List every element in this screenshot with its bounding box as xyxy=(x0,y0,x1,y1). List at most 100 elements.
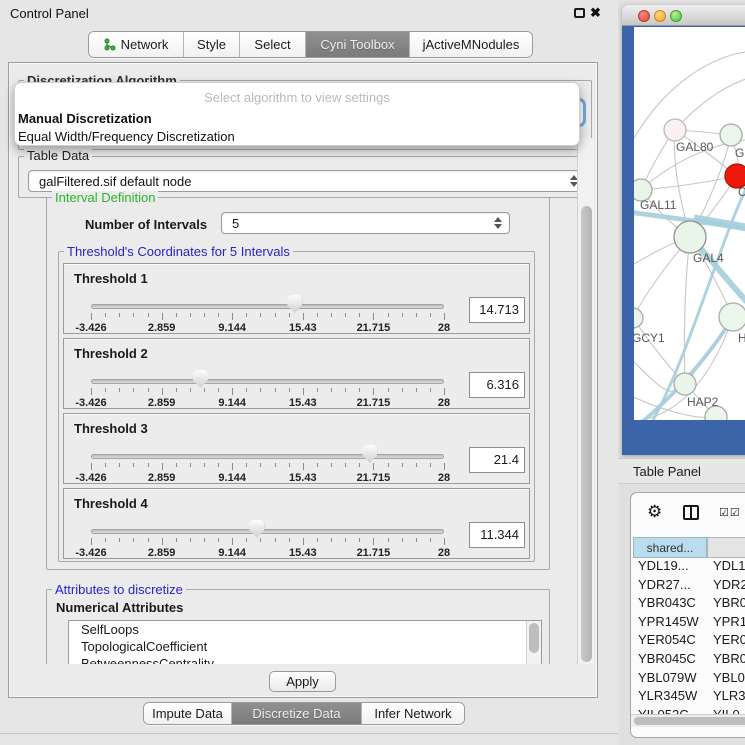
combo-arrows-icon xyxy=(491,217,505,229)
network-node[interactable] xyxy=(664,119,686,141)
tab-cyni-toolbox[interactable]: Cyni Toolbox xyxy=(306,32,410,57)
slider-thumb[interactable] xyxy=(287,295,302,313)
slider-thumb[interactable] xyxy=(362,445,377,463)
slider-tick xyxy=(176,538,177,542)
tab-jactivemnodules[interactable]: jActiveMNodules xyxy=(410,32,532,57)
table-row[interactable]: YBR043CYBR0 xyxy=(633,595,745,614)
tab-style[interactable]: Style xyxy=(184,32,240,57)
slider-tick xyxy=(119,538,120,542)
mac-close-icon[interactable] xyxy=(638,10,650,22)
threshold-value-field[interactable]: 6.316 xyxy=(469,372,525,398)
slider-tick xyxy=(359,313,360,317)
slider-tick-label: -3.426 xyxy=(75,547,106,559)
slider-track[interactable] xyxy=(91,379,444,384)
numerical-attributes-list[interactable]: SelfLoopsTopologicalCoefficientBetweenne… xyxy=(68,620,542,664)
mac-zoom-icon[interactable] xyxy=(670,10,682,22)
table-row[interactable]: YDR27...YDR2 xyxy=(633,577,745,596)
tab-impute-data[interactable]: Impute Data xyxy=(144,703,232,724)
slider-tick xyxy=(204,463,205,467)
threshold-value-field[interactable]: 14.713 xyxy=(469,297,525,323)
interval-definition-label: Interval Definition xyxy=(52,191,158,204)
network-node[interactable] xyxy=(634,308,643,328)
table-row[interactable]: YBL079WYBL0 xyxy=(633,670,745,689)
table-row[interactable]: YLR345WYLR3 xyxy=(633,688,745,707)
slider-tick-label: 21.715 xyxy=(357,322,391,334)
slider-tick xyxy=(246,463,247,467)
slider-tick-label: 28 xyxy=(438,547,450,559)
num-intervals-combobox[interactable]: 5 xyxy=(221,212,510,234)
tab-label: Cyni Toolbox xyxy=(320,37,394,52)
dropdown-option[interactable]: Manual Discretization xyxy=(15,109,579,127)
slider-tick xyxy=(260,388,261,392)
columns-icon[interactable] xyxy=(683,505,699,520)
slider-tick xyxy=(317,313,318,317)
slider-tick xyxy=(402,463,403,467)
network-view-window[interactable]: GAL80GCGAL11GAL4GCY1HHAP2 xyxy=(622,5,745,455)
slider-tick xyxy=(416,463,417,467)
slider-tick xyxy=(246,538,247,542)
slider-tick xyxy=(162,538,163,545)
mac-minimize-icon[interactable] xyxy=(654,10,666,22)
tab-label: jActiveMNodules xyxy=(423,37,520,52)
slider-tick xyxy=(232,538,233,545)
slider-track[interactable] xyxy=(91,304,444,309)
slider-tick xyxy=(260,538,261,542)
tab-select[interactable]: Select xyxy=(240,32,306,57)
threshold-value-field[interactable]: 21.4 xyxy=(469,447,525,473)
table-row[interactable]: YBR045CYBR0 xyxy=(633,651,745,670)
slider-tick xyxy=(303,313,304,320)
select-columns-icon[interactable]: ☑☑ xyxy=(719,506,741,519)
slider-tick xyxy=(275,538,276,542)
slider-thumb[interactable] xyxy=(193,370,208,388)
slider-tick xyxy=(331,313,332,317)
list-scrollbar[interactable] xyxy=(526,621,541,664)
tab-network[interactable]: Network xyxy=(89,32,184,57)
slider-track[interactable] xyxy=(91,454,444,459)
slider-tick xyxy=(190,313,191,317)
table-hscrollbar[interactable] xyxy=(631,714,745,727)
slider-tick xyxy=(105,538,106,542)
slider-tick xyxy=(388,313,389,317)
network-canvas[interactable]: GAL80GCGAL11GAL4GCY1HHAP2 xyxy=(634,27,745,420)
tab-label: Network xyxy=(121,37,169,52)
network-window-titlebar[interactable] xyxy=(622,5,745,26)
slider-tick xyxy=(275,463,276,467)
table-cell: YDL1 xyxy=(707,558,745,577)
network-node[interactable] xyxy=(674,221,706,253)
network-node[interactable] xyxy=(674,373,696,395)
attribute-list-item[interactable]: BetweennessCentrality xyxy=(69,655,541,664)
slider-thumb[interactable] xyxy=(249,520,264,538)
settings-scrollbar-thumb[interactable] xyxy=(581,206,592,662)
dropdown-option[interactable]: Equal Width/Frequency Discretization xyxy=(15,127,579,145)
table-column-header[interactable]: shared... xyxy=(633,537,707,558)
table-cell: YPR1 xyxy=(707,614,745,633)
gear-icon[interactable]: ⚙ xyxy=(647,502,662,522)
apply-button[interactable]: Apply xyxy=(269,671,336,692)
table-cell: YLR345W xyxy=(633,688,707,707)
attribute-list-item[interactable]: TopologicalCoefficient xyxy=(69,638,541,655)
slider-tick-label: -3.426 xyxy=(75,322,106,334)
slider-tick xyxy=(289,463,290,467)
slider-tick-label: 15.43 xyxy=(289,322,317,334)
float-window-icon[interactable] xyxy=(574,8,585,18)
threshold-value-field[interactable]: 11.344 xyxy=(469,522,525,548)
table-row[interactable]: YPR145WYPR1 xyxy=(633,614,745,633)
network-node[interactable] xyxy=(720,124,742,146)
list-scrollbar-thumb[interactable] xyxy=(529,623,539,653)
table-row[interactable]: YER054CYER0 xyxy=(633,632,745,651)
network-node[interactable] xyxy=(719,303,745,331)
tab-infer-network[interactable]: Infer Network xyxy=(362,703,464,724)
slider-track[interactable] xyxy=(91,529,444,534)
table-hscrollbar-thumb[interactable] xyxy=(634,717,745,725)
attribute-list-item[interactable]: SelfLoops xyxy=(69,621,541,638)
node-label: C xyxy=(738,185,745,199)
slider-tick xyxy=(317,388,318,392)
table-row[interactable]: YDL19...YDL1 xyxy=(633,558,745,577)
table-column-header[interactable]: na xyxy=(707,537,745,558)
tab-discretize-data[interactable]: Discretize Data xyxy=(232,703,362,724)
settings-scrollbar[interactable] xyxy=(577,138,594,664)
table-cell: YBL079W xyxy=(633,670,707,689)
close-icon[interactable]: ✖ xyxy=(590,5,601,21)
slider-tick xyxy=(444,388,445,395)
node-label: GAL4 xyxy=(693,251,724,265)
